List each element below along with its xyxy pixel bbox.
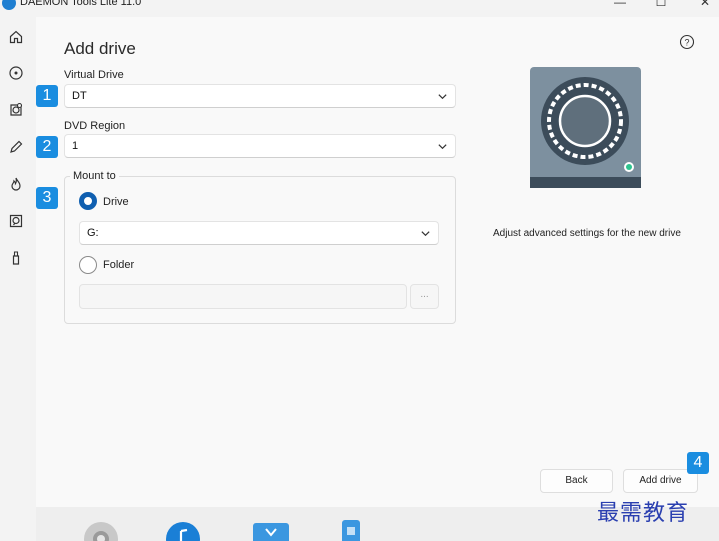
image-editor-icon[interactable] [251, 521, 291, 541]
dvd-region-select[interactable]: 1 [64, 134, 456, 158]
dvd-region-value: 1 [72, 140, 79, 152]
help-icon[interactable]: ? [679, 34, 695, 50]
virtual-drive-label: Virtual Drive [64, 69, 124, 81]
folder-radio-label[interactable]: Folder [103, 259, 134, 271]
disc-icon[interactable] [8, 65, 24, 81]
step-badge-4: 4 [687, 452, 709, 474]
dvd-region-label: DVD Region [64, 120, 126, 132]
usb-drive-icon[interactable] [340, 519, 362, 541]
title-bar: DAEMON Tools Lite 11.0 — ☐ ✕ [0, 0, 719, 17]
virtual-drive-value: DT [72, 90, 87, 102]
browse-button[interactable]: ... [410, 284, 439, 309]
svg-text:?: ? [684, 38, 689, 48]
folder-radio[interactable] [79, 256, 97, 274]
home-icon[interactable] [8, 29, 24, 45]
maximize-button[interactable]: ☐ [651, 0, 671, 10]
step-badge-3: 3 [36, 187, 58, 209]
pencil-icon[interactable] [8, 139, 24, 155]
minimize-button[interactable]: — [610, 0, 630, 10]
chevron-down-icon [421, 231, 430, 237]
usb-icon[interactable] [8, 250, 24, 266]
step-badge-2: 2 [36, 136, 58, 158]
page-title: Add drive [64, 39, 136, 58]
drive-letter-value: G: [87, 227, 99, 239]
flame-icon[interactable] [8, 176, 24, 192]
music-disc-icon[interactable] [165, 521, 201, 541]
folder-path-input[interactable] [79, 284, 407, 309]
disc-add-icon[interactable] [8, 102, 24, 118]
drive-radio-label[interactable]: Drive [103, 196, 129, 208]
virtual-drive-illustration [530, 67, 641, 188]
chevron-down-icon [438, 144, 447, 150]
add-drive-panel: Add drive ? Virtual Drive DT DVD Region … [36, 17, 719, 507]
back-button[interactable]: Back [540, 469, 613, 493]
app-logo-icon [2, 0, 16, 10]
mount-to-label: Mount to [70, 170, 119, 182]
close-button[interactable]: ✕ [695, 0, 715, 10]
description-text: Adjust advanced settings for the new dri… [493, 228, 681, 239]
disc-search-icon[interactable] [8, 213, 24, 229]
sidebar [0, 17, 36, 541]
chevron-down-icon [438, 94, 447, 100]
drive-letter-select[interactable]: G: [79, 221, 439, 245]
drive-radio[interactable] [79, 192, 97, 210]
virtual-drive-select[interactable]: DT [64, 84, 456, 108]
watermark-text: 最需教育 [597, 501, 690, 526]
window-title: DAEMON Tools Lite 11.0 [20, 0, 142, 8]
step-badge-1: 1 [36, 85, 58, 107]
disc-icon[interactable] [83, 521, 119, 541]
